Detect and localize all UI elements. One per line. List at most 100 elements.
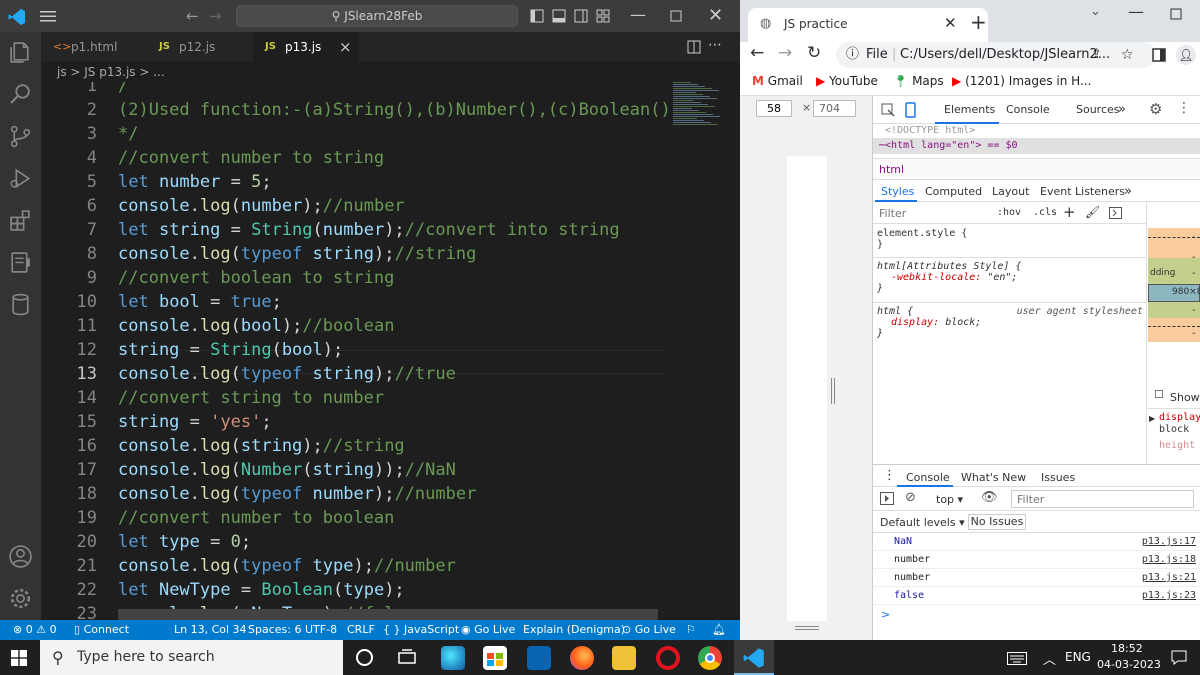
remote-explorer-icon[interactable] [8,250,33,275]
go-live-status[interactable]: ◉ Go Live [461,620,515,640]
minimap[interactable] [673,82,733,132]
explorer-icon[interactable] [8,40,33,65]
code-line[interactable]: console.log(typeof number);//number [118,482,476,506]
console-filter-input[interactable]: Filter [1011,490,1194,508]
code-line[interactable]: //convert number to string [118,146,384,170]
minimize-icon[interactable]: — [1128,2,1144,21]
mail-icon[interactable] [527,646,551,670]
clock-date[interactable]: 04-03-2023 [1097,658,1161,671]
code-line[interactable]: console.log(Number(string));//NaN [118,458,456,482]
tab-computed[interactable]: Computed [925,185,982,198]
problems-status[interactable]: ⊗ 0 ⚠ 0 [13,620,57,640]
browser-tab[interactable]: ◍ JS practice ✕ [748,8,988,42]
eol-status[interactable]: CRLF [347,620,375,640]
tab-close-icon[interactable]: × [339,32,352,62]
source-control-icon[interactable] [8,124,33,149]
drawer-tab-console[interactable]: Console [906,471,950,484]
language-mode[interactable]: { } JavaScript [383,620,459,640]
code-line[interactable]: let type = 0; [118,530,251,554]
keyboard-icon[interactable] [1007,652,1027,665]
more-actions-icon[interactable]: ⋯ [708,37,722,53]
console-message[interactable]: NaN p13.js:17 [873,533,1200,551]
tab-layout[interactable]: Layout [992,185,1029,198]
clock-time[interactable]: 18:52 [1111,642,1143,655]
vscode-taskbar-button[interactable] [734,640,774,675]
more-subtabs-icon[interactable]: » [1124,184,1132,199]
maximize-icon[interactable] [670,10,682,22]
tab-close-icon[interactable]: ✕ [944,14,957,32]
breadcrumb[interactable]: js > JS p13.js > ... [41,62,740,82]
code-line[interactable]: (2)Used function:-(a)String(),(b)Number(… [118,98,671,122]
code-line[interactable]: console.log(string);//string [118,434,405,458]
rule-element-style[interactable]: element.style { } [877,228,967,250]
forward-icon[interactable]: → [778,43,792,63]
code-line[interactable]: let bool = true; [118,290,282,314]
run-debug-icon[interactable] [8,166,33,191]
new-tab-icon[interactable]: + [970,10,987,34]
device-height-input[interactable]: 704 [813,100,856,117]
profile-avatar[interactable]: 👤︎ [1176,45,1196,65]
cls-toggle[interactable]: .cls [1033,207,1057,218]
context-selector[interactable]: top ▾ [936,493,963,506]
bookmark-gmail[interactable]: M Gmail [752,74,803,88]
console-message[interactable]: number p13.js:18 [873,551,1200,569]
code-line[interactable]: / [118,82,128,98]
toggle-sidebar-icon[interactable] [530,9,544,23]
side-panel-icon[interactable] [1152,48,1166,62]
windows-start-icon[interactable] [11,650,27,666]
address-bar[interactable]: ⓘ File | C:/Users/dell/Desktop/JSlearn2.… [836,42,1156,68]
horizontal-scrollbar[interactable] [118,609,658,620]
live-expression-eye-icon[interactable]: 👁︎ [981,490,998,505]
notification-center-icon[interactable] [1171,650,1187,665]
code-line[interactable]: console.log(number);//number [118,194,405,218]
more-tabs-icon[interactable]: » [1118,102,1126,117]
code-line[interactable]: //convert string to number [118,386,384,410]
bookmark-star-icon[interactable]: ☆ [1121,42,1134,68]
code-line[interactable]: string = String(bool); [118,338,343,362]
tab-p13-js[interactable]: JS p13.js × [253,32,359,62]
tab-event-listeners[interactable]: Event Listeners [1040,185,1125,198]
styles-filter-input[interactable]: Filter [879,207,906,220]
code-line[interactable]: console.log(typeof type);//number [118,554,456,578]
chrome-icon[interactable] [698,646,722,670]
tab-p12-js[interactable]: JS p12.js [147,32,253,62]
extensions-icon[interactable] [8,208,33,233]
menu-icon[interactable] [40,10,56,22]
log-levels-dropdown[interactable]: Default levels ▾ [880,516,965,529]
code-line[interactable]: console.log(typeof string);//true [118,362,456,386]
settings-gear-icon[interactable]: ⚙ [1149,100,1162,118]
bookmark-maps[interactable]: 📍︎ Maps [893,74,944,88]
console-message[interactable]: number p13.js:21 [873,569,1200,587]
more-options-icon[interactable]: ⋮ [1177,100,1191,116]
code-line[interactable]: let string = String(number);//convert in… [118,218,620,242]
inspect-element-icon[interactable] [881,103,895,117]
store-icon[interactable] [483,646,507,670]
console-source-link[interactable]: p13.js:21 [1142,572,1196,583]
edge-icon[interactable] [441,646,465,670]
firefox-icon[interactable] [570,646,594,670]
console-prompt[interactable]: > [881,608,890,621]
issues-button[interactable]: No Issues [968,514,1026,530]
show-sidebar-icon[interactable] [880,492,894,505]
settings-gear-icon[interactable] [8,586,33,611]
code-line[interactable]: string = 'yes'; [118,410,272,434]
cortana-icon[interactable] [356,649,373,666]
file-explorer-icon[interactable] [612,646,636,670]
html-node-selected[interactable]: ⋯<html lang="en"> == $0 [873,138,1200,154]
database-icon[interactable] [8,292,33,317]
device-width-input[interactable]: 58 [756,100,792,117]
tab-console[interactable]: Console [1006,103,1050,116]
console-source-link[interactable]: p13.js:17 [1142,536,1196,547]
console-source-link[interactable]: p13.js:18 [1142,554,1196,565]
doctype-node[interactable]: <!DOCTYPE html> [885,125,975,136]
connect-status[interactable]: ▯ Connect [74,620,129,640]
drawer-tab-whats-new[interactable]: What's New [961,471,1026,484]
task-view-icon[interactable] [398,649,416,666]
device-toolbar-icon[interactable] [903,102,917,118]
console-message[interactable]: false p13.js:23 [873,587,1200,605]
tab-elements[interactable]: Elements [944,103,995,116]
back-arrow-icon[interactable]: ← [186,7,199,25]
toggle-secondary-sidebar-icon[interactable] [574,9,588,23]
bookmark-images[interactable]: ▶ (1201) Images in H... [952,74,1091,88]
search-icon[interactable] [8,82,33,107]
